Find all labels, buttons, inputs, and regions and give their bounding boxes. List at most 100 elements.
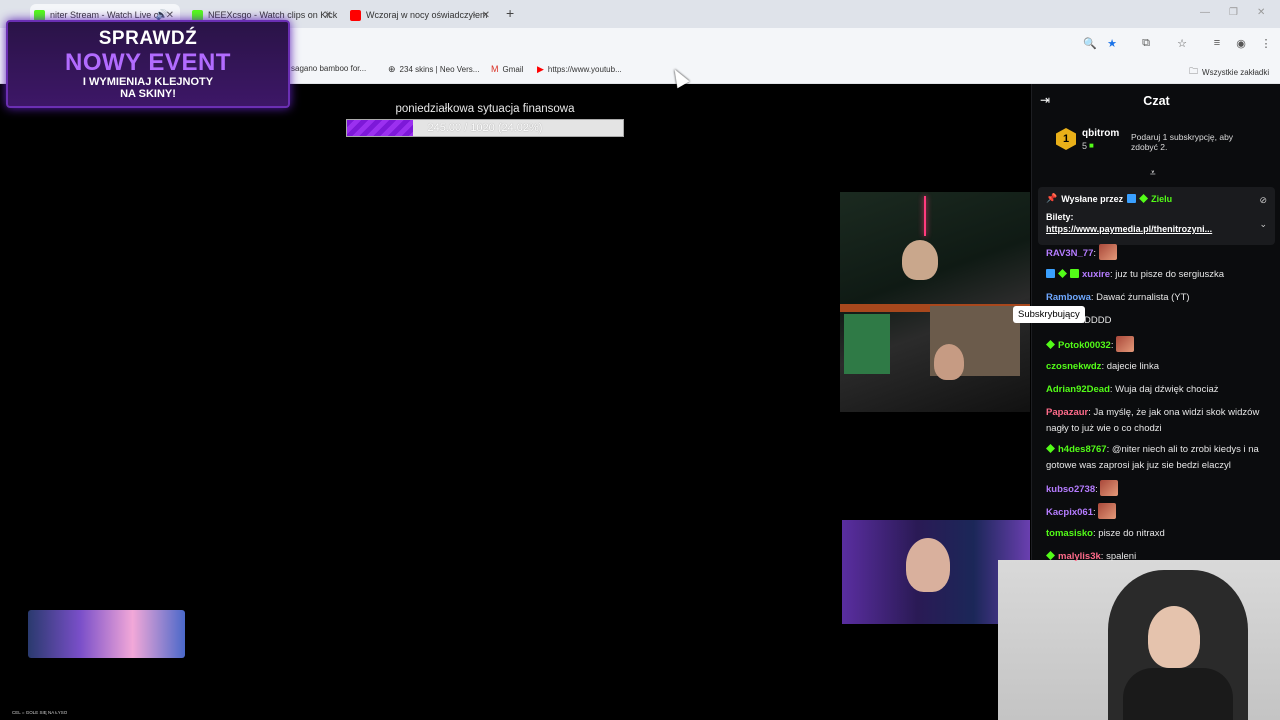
- bookmark-star-icon[interactable]: ★: [1104, 35, 1120, 51]
- event-line-1: SPRAWDŹ: [98, 28, 198, 49]
- close-tab-icon[interactable]: ✕: [482, 10, 490, 21]
- badge-icon: [1127, 194, 1137, 203]
- chat-message: tomasisko: pisze do nitraxd: [1046, 528, 1165, 539]
- pin-icon: 📌: [1046, 193, 1058, 203]
- badge-icon: [1070, 269, 1079, 278]
- subscriber-tooltip: Subskrybujący: [1013, 306, 1085, 323]
- emote-icon: [1100, 480, 1119, 496]
- leader-name[interactable]: qbitrom: [1082, 128, 1119, 139]
- chat-message-text: spaleni: [1106, 551, 1137, 562]
- new-tab-button[interactable]: +: [506, 5, 514, 21]
- badge-icon: [1058, 269, 1067, 278]
- chat-username[interactable]: Rambowa: [1046, 292, 1091, 303]
- menu-icon[interactable]: ⋮: [1258, 35, 1274, 51]
- pinned-toggle-icon[interactable]: ⩡: [1150, 168, 1156, 179]
- leader-count: 5: [1082, 141, 1088, 151]
- viewer-face: [1148, 606, 1200, 668]
- chat-username[interactable]: Potok00032: [1058, 340, 1111, 351]
- gift-leaderboard: 1 qbitrom 5 ■ Podaruj 1 subskrypcję, aby…: [1056, 128, 1233, 152]
- chat-username[interactable]: tomasisko: [1046, 528, 1093, 539]
- gift-hint[interactable]: Podaruj 1 subskrypcję, aby zdobyć 2.: [1131, 132, 1251, 152]
- event-line-2: NOWY EVENT: [65, 49, 231, 76]
- pinned-label: Bilety:: [1046, 212, 1074, 222]
- chat-message: RAV3N_77:: [1046, 244, 1274, 262]
- favorites-icon[interactable]: ☆: [1174, 35, 1190, 51]
- chat-message: h4des8767: @niter niech ali to zrobi kie…: [1046, 444, 1259, 471]
- tab-title: Wczoraj w nocy oświadczyłem: [366, 10, 488, 20]
- badge-icon: [1046, 551, 1055, 560]
- chat-username[interactable]: RAV3N_77: [1046, 248, 1093, 259]
- badge-icon: [1046, 269, 1055, 278]
- bookmark-item[interactable]: M Gmail: [491, 64, 523, 74]
- hide-pin-icon[interactable]: ⊘: [1259, 195, 1267, 206]
- goal-progress-text: 245.00 / 1020 (24.02%): [427, 122, 543, 134]
- close-tab-icon[interactable]: ✕: [324, 10, 332, 21]
- chat-message: czosnekwdz: dajecie linka: [1046, 361, 1160, 372]
- pinned-message: 📌 Wysłane przez Zielu Bilety: https://ww…: [1038, 187, 1275, 245]
- chat-message: Rambowa: Dawać żurnalista (YT): [1046, 292, 1190, 303]
- streamer-face: [934, 344, 964, 380]
- bookmark-item[interactable]: ⊕ 234 skins | Neo Vers...: [388, 64, 479, 75]
- chat-message-text: Wuja daj dźwięk chociaż: [1115, 384, 1219, 395]
- sponsor-logo: [28, 610, 185, 658]
- rank-medal-icon: 1: [1056, 128, 1076, 150]
- emote-icon: [1098, 244, 1117, 260]
- profile-icon[interactable]: ◉: [1233, 35, 1249, 51]
- close-window-icon[interactable]: ✕: [1257, 7, 1265, 18]
- event-banner[interactable]: SPRAWDŹ NOWY EVENT I WYMIENIAJ KLEJNOTY …: [6, 20, 290, 108]
- chat-username[interactable]: xuxire: [1082, 269, 1110, 280]
- chat-username[interactable]: malylis3k: [1058, 551, 1101, 562]
- chat-username[interactable]: h4des8767: [1058, 444, 1107, 455]
- chat-message: Kacpix061:: [1046, 503, 1274, 521]
- tab-youtube-video[interactable]: Wczoraj w nocy oświadczyłem ✕: [346, 4, 496, 26]
- youtube-icon: ▶: [537, 64, 544, 74]
- gift-icon: ■: [1089, 140, 1094, 150]
- close-tab-icon[interactable]: ✕: [166, 10, 174, 21]
- chat-username[interactable]: Kacpix061: [1046, 507, 1093, 518]
- goal-note: CEL = GOLE SIĘ NA ŁYSO: [12, 710, 68, 715]
- emote-icon: [1116, 336, 1135, 352]
- badge-icon: [1046, 444, 1055, 453]
- chevron-down-icon[interactable]: ⌄: [1259, 219, 1267, 230]
- chat-username[interactable]: kubso2738: [1046, 484, 1095, 495]
- webcam-feed-duo: [840, 192, 1030, 412]
- pinned-sent-by-label: Wysłane przez: [1061, 193, 1124, 204]
- guest-face: [906, 538, 950, 592]
- chat-username[interactable]: czosnekwdz: [1046, 361, 1101, 372]
- zoom-icon[interactable]: 🔍: [1082, 35, 1098, 51]
- minimize-icon[interactable]: —: [1200, 7, 1210, 18]
- folder-icon: 🗀: [1189, 66, 1199, 76]
- chat-message: Potok00032:: [1046, 336, 1274, 354]
- badge-icon: [1139, 194, 1149, 203]
- bookmark-item[interactable]: sagano bamboo for...: [287, 64, 366, 73]
- chat-message-text: pisze do nitraxd: [1098, 528, 1165, 539]
- tab-title: NEEXcsgo - Watch clips on Kick: [208, 10, 338, 20]
- chat-message: Adrian92Dead: Wuja daj dźwięk chociaż: [1046, 384, 1219, 395]
- chat-message-text: Dawać żurnalista (YT): [1096, 292, 1190, 303]
- badge-icon: [1046, 340, 1055, 349]
- extensions-icon[interactable]: ⧉: [1138, 35, 1154, 51]
- bookmark-item[interactable]: ▶ https://www.youtub...: [537, 64, 622, 75]
- goal-progress-bar: 245.00 / 1020 (24.02%): [346, 119, 624, 137]
- chat-message-text: juz tu pisze do sergiuszka: [1115, 269, 1225, 280]
- pinned-link[interactable]: https://www.paymedia.pl/thenitrozyni...: [1046, 224, 1258, 234]
- streamer-face: [902, 240, 938, 280]
- chat-username[interactable]: Adrian92Dead: [1046, 384, 1110, 395]
- chat-title: Czat: [1143, 94, 1170, 108]
- chat-message-text: dajecie linka: [1106, 361, 1160, 372]
- chat-message: Papazaur: Ja myślę, że jak ona widzi sko…: [1046, 407, 1260, 434]
- maximize-icon[interactable]: ❐: [1229, 7, 1238, 18]
- all-bookmarks[interactable]: 🗀 Wszystkie zakładki: [1189, 64, 1269, 80]
- chat-message: malylis3k: spaleni: [1046, 549, 1274, 565]
- chat-username[interactable]: Papazaur: [1046, 407, 1088, 418]
- tab-title: niter Stream - Watch Live o: [50, 10, 159, 20]
- youtube-favicon-icon: [350, 9, 361, 21]
- reading-list-icon[interactable]: ≡: [1209, 35, 1225, 51]
- chat-message: xuxire: juz tu pisze do sergiuszka: [1046, 267, 1274, 283]
- webcam-feed-viewer: [998, 560, 1280, 720]
- kick-favicon-icon: [192, 9, 203, 21]
- kick-favicon-icon: [34, 9, 45, 21]
- pinned-author[interactable]: Zielu: [1151, 194, 1172, 204]
- emote-icon: [1098, 503, 1117, 519]
- event-line-4: NA SKINY!: [120, 88, 176, 100]
